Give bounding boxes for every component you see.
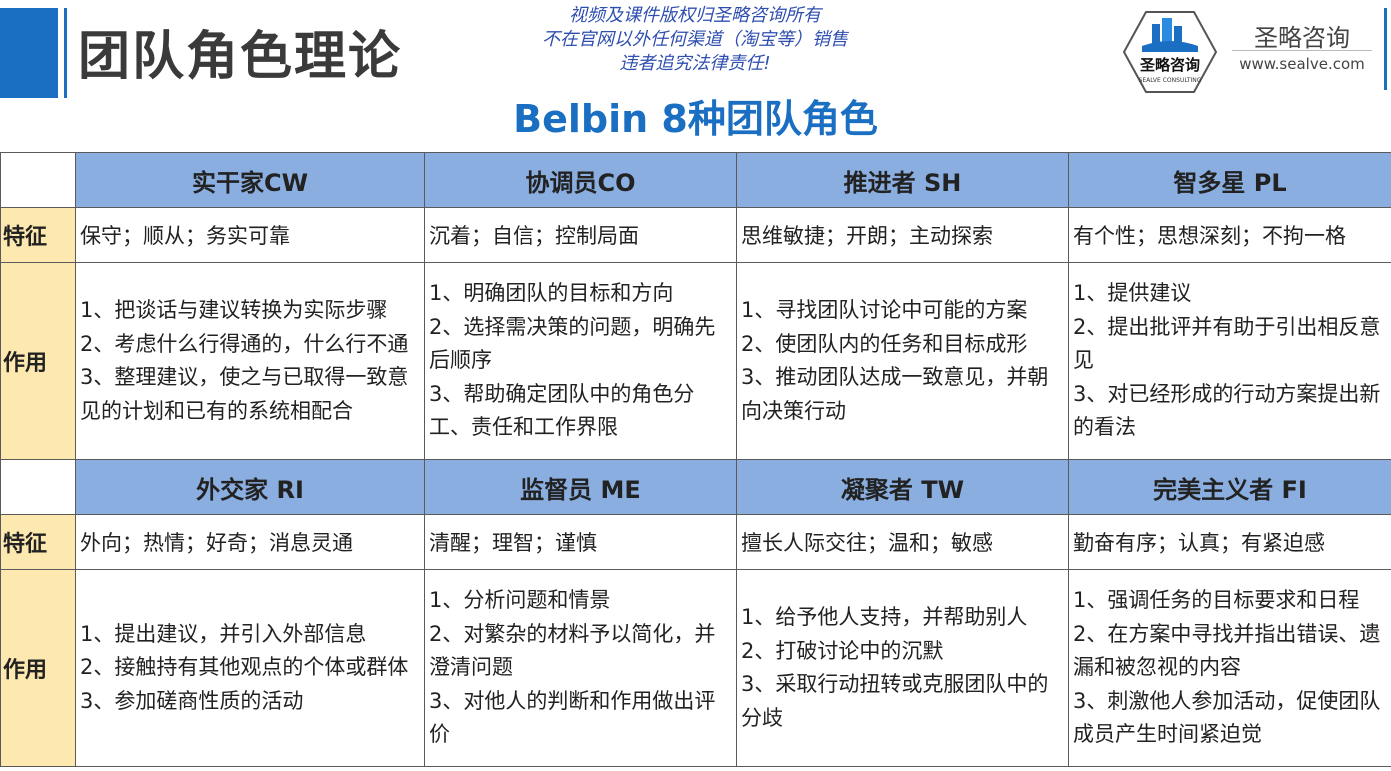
function-item: 1、提供建议 bbox=[1073, 281, 1192, 306]
role-header: 完美主义者 FI bbox=[1068, 459, 1391, 515]
function-item: 1、寻找团队讨论中可能的方案 bbox=[741, 298, 1028, 322]
trait-cell: 思维敏捷；开朗；主动探索 bbox=[736, 207, 1069, 263]
function-row: 作用 1、提出建议，并引入外部信息 2、接触持有其他观点的个体或群体 3、参加磋… bbox=[0, 569, 1391, 767]
function-item: 3、对已经形成的行动方案提出新的看法 bbox=[1073, 381, 1381, 440]
role-header: 智多星 PL bbox=[1068, 152, 1391, 208]
function-item: 2、提出批评并有助于引出相反意见 bbox=[1073, 314, 1381, 373]
function-item: 3、帮助确定团队中的角色分工、责任和工作界限 bbox=[429, 381, 695, 440]
role-header: 实干家CW bbox=[75, 152, 425, 208]
trait-row: 特征 保守；顺从；务实可靠 沉着；自信；控制局面 思维敏捷；开朗；主动探索 有个… bbox=[0, 207, 1391, 263]
function-item: 2、选择需决策的问题，明确先后顺序 bbox=[429, 314, 716, 373]
role-header: 协调员CO bbox=[424, 152, 737, 208]
function-item: 2、考虑什么行得通的，什么行不通 bbox=[80, 331, 409, 356]
logo-badge-subtext: SEALVE CONSULTING bbox=[1139, 77, 1202, 84]
trait-cell: 清醒；理智；谨慎 bbox=[424, 514, 737, 570]
function-cell: 1、明确团队的目标和方向 2、选择需决策的问题，明确先后顺序 3、帮助确定团队中… bbox=[424, 262, 737, 460]
trait-cell: 有个性；思想深刻；不拘一格 bbox=[1068, 207, 1391, 263]
role-header: 监督员 ME bbox=[424, 459, 737, 515]
function-item: 1、分析问题和情景 bbox=[429, 588, 611, 613]
function-item: 1、强调任务的目标要求和日程 bbox=[1073, 588, 1360, 613]
company-name: 圣略咨询 bbox=[1254, 24, 1350, 52]
header-right-line bbox=[1384, 8, 1387, 90]
trait-cell: 擅长人际交往；温和；敏感 bbox=[736, 514, 1069, 570]
row-label-function: 作用 bbox=[0, 569, 76, 767]
function-item: 2、在方案中寻找并指出错误、遗漏和被忽视的内容 bbox=[1073, 621, 1381, 680]
function-item: 1、提出建议，并引入外部信息 bbox=[80, 621, 367, 646]
table-corner-cell bbox=[0, 459, 76, 515]
notice-line: 视频及课件版权归圣略咨询所有 bbox=[569, 5, 821, 26]
trait-cell: 保守；顺从；务实可靠 bbox=[75, 207, 425, 263]
function-cell: 1、强调任务的目标要求和日程 2、在方案中寻找并指出错误、遗漏和被忽视的内容 3… bbox=[1068, 569, 1391, 767]
row-label-trait: 特征 bbox=[0, 514, 76, 570]
function-item: 3、采取行动扭转或克服团队中的分歧 bbox=[741, 672, 1049, 730]
trait-row: 特征 外向；热情；好奇；消息灵通 清醒；理智；谨慎 擅长人际交往；温和；敏感 勤… bbox=[0, 514, 1391, 570]
title-accent-bar bbox=[0, 8, 58, 98]
role-header: 外交家 RI bbox=[75, 459, 425, 515]
notice-line: 违者追究法律责任! bbox=[619, 53, 771, 74]
function-item: 3、推动团队达成一致意见，并朝向决策行动 bbox=[741, 365, 1049, 423]
page-title: 团队角色理论 bbox=[78, 27, 403, 87]
function-item: 2、对繁杂的材料予以简化，并澄清问题 bbox=[429, 621, 716, 680]
function-row: 作用 1、把谈话与建议转换为实际步骤 2、考虑什么行得通的，什么行不通 3、整理… bbox=[0, 262, 1391, 460]
function-item: 2、打破讨论中的沉默 bbox=[741, 638, 944, 663]
function-item: 2、使团队内的任务和目标成形 bbox=[741, 331, 1028, 356]
function-item: 3、整理建议，使之与已取得一致意见的计划和已有的系统相配合 bbox=[80, 365, 409, 423]
function-cell: 1、提供建议 2、提出批评并有助于引出相反意见 3、对已经形成的行动方案提出新的… bbox=[1068, 262, 1391, 460]
row-label-function: 作用 bbox=[0, 262, 76, 460]
logo-building-icon bbox=[1152, 24, 1160, 44]
role-header-row: 外交家 RI 监督员 ME 凝聚者 TW 完美主义者 FI bbox=[0, 459, 1391, 515]
logo-badge-text: 圣略咨询 bbox=[1139, 56, 1200, 74]
title-accent-line bbox=[64, 8, 67, 98]
function-cell: 1、把谈话与建议转换为实际步骤 2、考虑什么行得通的，什么行不通 3、整理建议，… bbox=[75, 262, 425, 460]
function-item: 3、对他人的判断和作用做出评价 bbox=[429, 688, 716, 747]
notice-line: 不在官网以外任何渠道（淘宝等）销售 bbox=[542, 29, 848, 50]
function-cell: 1、提出建议，并引入外部信息 2、接触持有其他观点的个体或群体 3、参加磋商性质… bbox=[75, 569, 425, 767]
function-item: 1、明确团队的目标和方向 bbox=[429, 281, 674, 306]
row-label-trait: 特征 bbox=[0, 207, 76, 263]
role-header: 凝聚者 TW bbox=[736, 459, 1069, 515]
function-cell: 1、给予他人支持，并帮助别人 2、打破讨论中的沉默 3、采取行动扭转或克服团队中… bbox=[736, 569, 1069, 767]
trait-cell: 勤奋有序；认真；有紧迫感 bbox=[1068, 514, 1391, 570]
company-logo-badge: 圣略咨询 SEALVE CONSULTING bbox=[1122, 11, 1218, 93]
role-header: 推进者 SH bbox=[736, 152, 1069, 208]
function-item: 2、接触持有其他观点的个体或群体 bbox=[80, 655, 409, 680]
copyright-notice: 视频及课件版权归圣略咨询所有 不在官网以外任何渠道（淘宝等）销售 违者追究法律责… bbox=[510, 4, 880, 76]
table-corner-cell bbox=[0, 152, 76, 208]
role-header-row: 实干家CW 协调员CO 推进者 SH 智多星 PL bbox=[0, 152, 1391, 208]
slide-subtitle: Belbin 8种团队角色 bbox=[513, 97, 878, 141]
function-cell: 1、寻找团队讨论中可能的方案 2、使团队内的任务和目标成形 3、推动团队达成一致… bbox=[736, 262, 1069, 460]
function-item: 3、参加磋商性质的活动 bbox=[80, 688, 304, 713]
company-url: www.sealve.com bbox=[1232, 50, 1372, 73]
function-item: 1、给予他人支持，并帮助别人 bbox=[741, 605, 1028, 629]
function-item: 3、刺激他人参加活动，促使团队成员产生时间紧迫觉 bbox=[1073, 688, 1381, 747]
trait-cell: 沉着；自信；控制局面 bbox=[424, 207, 737, 263]
function-item: 1、把谈话与建议转换为实际步骤 bbox=[80, 298, 388, 322]
function-cell: 1、分析问题和情景 2、对繁杂的材料予以简化，并澄清问题 3、对他人的判断和作用… bbox=[424, 569, 737, 767]
trait-cell: 外向；热情；好奇；消息灵通 bbox=[75, 514, 425, 570]
belbin-roles-table: 实干家CW 协调员CO 推进者 SH 智多星 PL 特征 保守；顺从；务实可靠 … bbox=[0, 152, 1391, 767]
